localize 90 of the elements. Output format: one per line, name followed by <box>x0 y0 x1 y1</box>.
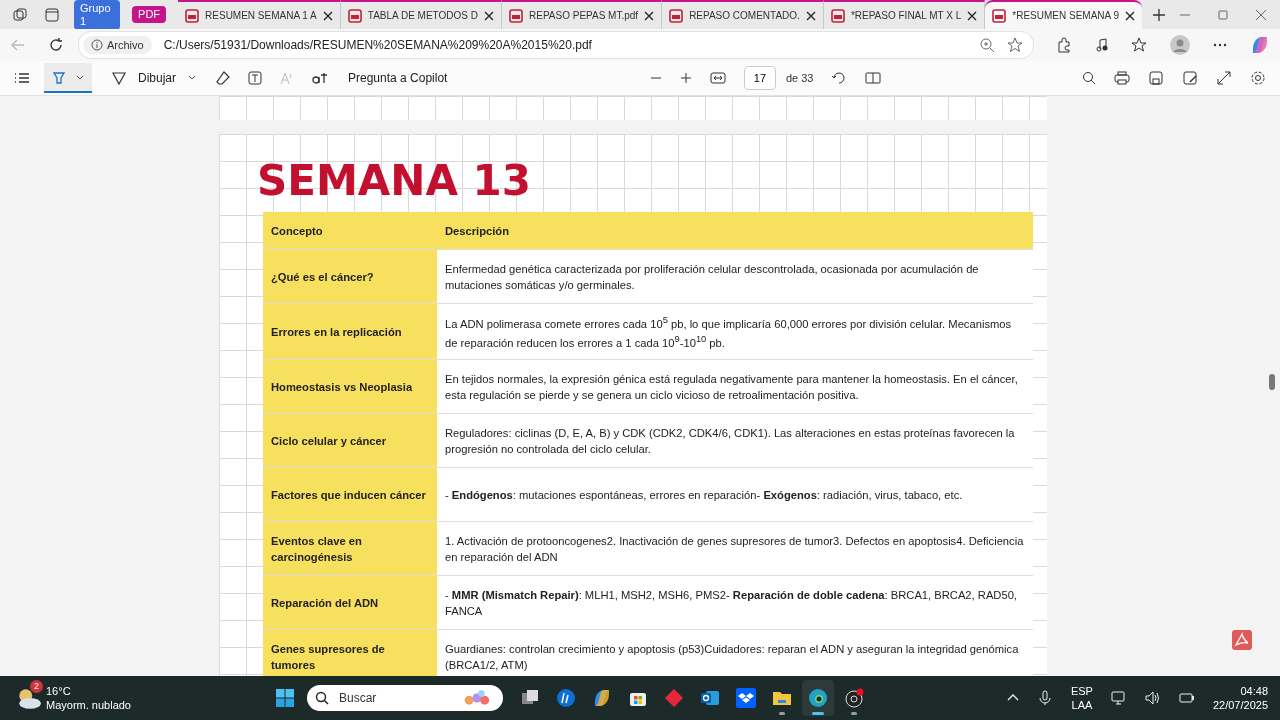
description-cell: La ADN polimerasa comete errores cada 10$^{5}$ pb, lo que implicaría 60,000 errores por división celular. Mecanismos de reparación reducen los errores a 1 cada 10$^{9}$-10$^{10}$ pb. <box>437 303 1033 360</box>
mail-app-icon <box>699 688 720 708</box>
pdf-file-icon <box>992 8 1007 23</box>
close-icon[interactable] <box>967 10 978 21</box>
microphone-icon[interactable] <box>1036 690 1053 706</box>
refresh-icon[interactable] <box>48 37 64 53</box>
tab-actions-icon[interactable] <box>44 6 60 23</box>
highlighter-icon <box>52 71 66 85</box>
concept-cell: Errores en la replicación <box>263 303 437 360</box>
expand-icon[interactable] <box>1216 70 1232 86</box>
close-icon[interactable] <box>805 10 816 21</box>
language-indicator[interactable]: ESP LAA <box>1070 684 1093 712</box>
pdf-file-icon <box>509 8 523 23</box>
zoom-icon[interactable] <box>979 37 995 53</box>
taskbar-app[interactable] <box>801 680 834 716</box>
close-icon[interactable] <box>484 10 494 21</box>
description-cell: Guardianes: controlan crecimiento y apoptosis (p53)Cuidadores: reparan el ADN y aseguran la integridad genómica (BRCA1/2, ATM) <box>437 629 1033 676</box>
workspaces-icon[interactable] <box>12 6 28 23</box>
weather-condition: Mayorm. nublado <box>46 698 131 712</box>
pen-icon <box>112 71 126 85</box>
recorder-icon <box>843 688 864 708</box>
pdf-file-icon <box>185 8 200 23</box>
pdf-file-icon <box>669 8 684 23</box>
avatar-icon[interactable] <box>1170 35 1190 55</box>
concept-cell: Factores que inducen cáncer <box>263 467 437 522</box>
volume-icon[interactable] <box>1144 690 1161 706</box>
save-icon[interactable] <box>1148 70 1164 86</box>
concept-cell: Ciclo celular y cáncer <box>263 413 437 468</box>
close-icon[interactable] <box>644 10 655 21</box>
text-box-icon[interactable] <box>248 71 262 85</box>
copilot-button[interactable]: Pregunta a Copilot <box>346 67 450 89</box>
draw-button[interactable]: Dibujar <box>110 67 198 89</box>
contents-icon[interactable] <box>14 70 30 86</box>
zoom-in-icon[interactable] <box>679 72 692 84</box>
close-icon[interactable] <box>1125 10 1135 21</box>
caret-icon <box>76 74 84 82</box>
eraser-icon[interactable] <box>216 71 230 85</box>
search-icon <box>314 691 329 705</box>
url-text: C:/Users/51931/Downloads/RESUMEN%20SEMANA%209%20A%2015%20.pdf <box>163 38 592 52</box>
battery-icon[interactable] <box>1178 690 1195 706</box>
favorites-icon[interactable] <box>1132 37 1148 53</box>
description-cell: - Endógenos: mutaciones espontáneas, errores en reparación- Exógenos: radiación, virus, tabaco, etc. <box>437 467 1033 522</box>
concept-cell: Homeostasis vs Neoplasia <box>263 359 437 414</box>
maximize-icon[interactable] <box>1218 9 1228 20</box>
description-cell: En tejidos normales, la expresión génica está regulada negativamente para mantener la homeostasis. En el cáncer, esta regulación se pierde y se genera un ciclo vicioso de retroalimentación positiva. <box>437 359 1033 414</box>
taskbar-search-field[interactable]: Buscar <box>306 685 503 711</box>
info-icon <box>91 39 103 51</box>
notification-badge: 2 <box>30 680 43 693</box>
page-count: de 33 <box>785 72 814 84</box>
clock[interactable]: 04:48 22/07/2025 <box>1212 684 1268 712</box>
browser-icon <box>807 688 828 708</box>
diamond-icon <box>663 688 684 708</box>
tab-group-label[interactable]: Grupo 1 <box>74 0 121 30</box>
network-icon[interactable] <box>1110 690 1127 706</box>
close-icon[interactable] <box>322 10 333 21</box>
pdf-file-icon <box>347 8 362 23</box>
site-info-chip[interactable]: Archivo <box>83 36 152 54</box>
settings-icon[interactable] <box>1250 70 1266 86</box>
browser-tab[interactable]: *RESUMEN SEMANA 9 <box>985 0 1142 29</box>
search-icon[interactable] <box>1082 71 1096 85</box>
description-cell: Reguladores: ciclinas (D, E, A, B) y CDK (CDK2, CDK4/6, CDK1). Las alteraciones en estas proteínas favorecen la progresión no controlada del ciclo celular. <box>437 413 1033 468</box>
column-header: Concepto <box>263 212 437 250</box>
column-header: Descripción <box>437 212 1033 250</box>
concept-cell: Genes supresores de tumores <box>263 629 437 676</box>
page-number-field[interactable]: 17 <box>743 66 776 90</box>
description-cell: Enfermedad genética caracterizada por proliferación celular descontrolada, ocasionada por acumulación de mutaciones somáticas y/o germinales. <box>437 249 1033 304</box>
search-input[interactable]: Buscar <box>336 690 453 706</box>
tab-group-label[interactable]: PDF <box>132 6 167 23</box>
description-cell: - MMR (Mismatch Repair): MLH1, MSH2, MSH6, PMS2- Reparación de doble cadena: BRCA1, BRCA2, RAD50, FANCA <box>437 575 1033 630</box>
pdf-file-icon <box>830 8 845 23</box>
page-view-icon[interactable] <box>865 70 882 86</box>
highlight-button[interactable] <box>44 63 92 93</box>
rotate-icon[interactable] <box>831 70 848 86</box>
concept-cell: ¿Qué es el cáncer? <box>263 249 437 304</box>
extensions-icon[interactable] <box>1056 37 1072 53</box>
new-tab-icon[interactable] <box>1152 7 1166 22</box>
caret-icon <box>188 74 196 82</box>
page-heading: SEMANA 13 <box>257 155 532 207</box>
address-field[interactable]: Archivo C:/Users/51931/Downloads/RESUMEN%20SEMANA%209%20A%2015%20.pdf <box>78 31 1034 59</box>
star-icon[interactable] <box>1007 37 1023 53</box>
temperature-text: 16°C <box>46 684 72 698</box>
fit-width-icon[interactable] <box>709 70 726 86</box>
print-icon[interactable] <box>1114 70 1130 86</box>
concept-cell: Eventos clave en carcinogénesis <box>263 521 437 576</box>
translate-icon[interactable] <box>312 70 328 86</box>
save-as-icon[interactable] <box>1182 70 1198 86</box>
media-icon[interactable] <box>1094 37 1110 53</box>
concept-cell: Reparación del ADN <box>263 575 437 630</box>
description-cell: 1. Activación de protooncogenes2. Inactivación de genes supresores de tumor3. Defectos en apoptosis4. Deficiencia en reparación del ADN <box>437 521 1033 576</box>
start-icon[interactable] <box>274 688 295 708</box>
